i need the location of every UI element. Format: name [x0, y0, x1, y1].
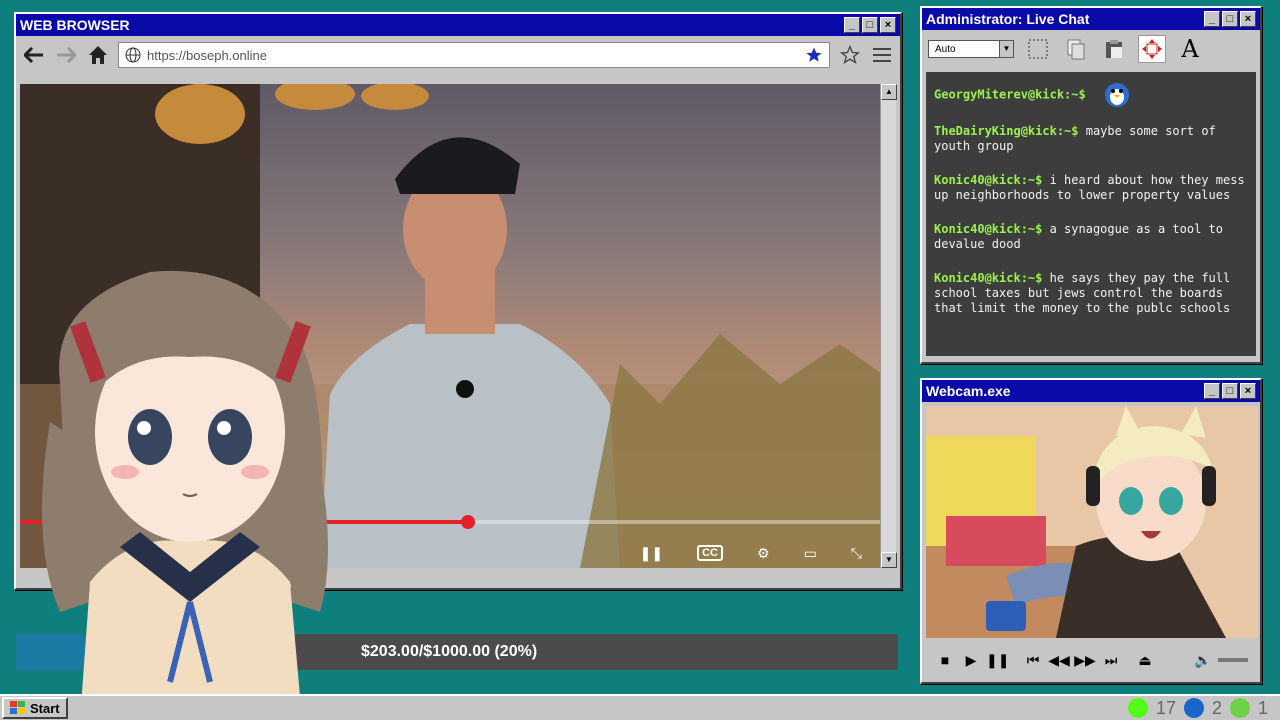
move-icon[interactable] [1138, 35, 1166, 63]
volume-slider[interactable] [1218, 658, 1248, 662]
maximize-button[interactable]: □ [862, 17, 878, 33]
captions-icon[interactable]: CC [697, 545, 723, 561]
moon-icon[interactable] [1183, 698, 1204, 718]
close-button[interactable]: × [1240, 383, 1256, 399]
minimize-button[interactable]: _ [844, 17, 860, 33]
webcam-view [926, 406, 1258, 638]
scroll-down-icon[interactable]: ▼ [881, 552, 897, 568]
bookmark-star-icon[interactable] [805, 46, 823, 64]
back-icon[interactable] [22, 43, 46, 67]
home-icon[interactable] [86, 43, 110, 67]
play-icon[interactable] [1229, 698, 1250, 718]
chat-title: Administrator: Live Chat [926, 11, 1090, 27]
chat-log: GeorgyMiterev@kick:~$ TheDairyKing@kick:~… [926, 72, 1256, 356]
start-button[interactable]: Start [2, 697, 68, 719]
taskbar: Start 17 2 1 [0, 694, 1280, 720]
menu-icon[interactable] [870, 43, 894, 67]
chat-username[interactable]: Konic40@kick:~$ [934, 173, 1042, 187]
tray-count: 1 [1257, 697, 1268, 718]
text-format-icon[interactable]: A [1176, 35, 1204, 63]
browser-titlebar[interactable]: WEB BROWSER _ □ × [16, 14, 900, 36]
browser-title: WEB BROWSER [20, 17, 130, 33]
fast-forward-icon[interactable]: ▶▶ [1074, 652, 1096, 669]
chat-message: Konic40@kick:~$ he says they pay the ful… [934, 271, 1248, 316]
pause-icon[interactable]: ❚❚ [640, 545, 663, 562]
live-chat-window: Administrator: Live Chat _ □ × Auto ▼ A … [920, 6, 1262, 364]
chat-username[interactable]: GeorgyMiterev@kick:~$ [934, 88, 1086, 102]
maximize-button[interactable]: □ [1222, 11, 1238, 27]
tray-count: 2 [1211, 697, 1222, 718]
browser-navbar: https://boseph.online [16, 36, 900, 74]
fullscreen-icon[interactable]: ⤡ [851, 545, 862, 562]
play-icon[interactable]: ▶ [960, 652, 982, 669]
font-size-select[interactable]: Auto ▼ [928, 40, 1014, 58]
chat-message: Konic40@kick:~$ i heard about how they m… [934, 173, 1248, 203]
forward-icon[interactable] [54, 43, 78, 67]
font-size-value: Auto [935, 43, 956, 55]
media-controls: ■ ▶ ❚❚ ⏮ ◀◀ ▶▶ ⏭ ⏏ 🔈 [926, 644, 1256, 676]
system-tray: 17 2 1 [1127, 697, 1280, 719]
address-bar[interactable]: https://boseph.online [118, 42, 830, 68]
donation-goal-text: $203.00/$1000.00 (20%) [361, 643, 538, 660]
copy-icon[interactable] [1062, 35, 1090, 63]
settings-icon[interactable]: ⚙ [757, 545, 770, 562]
webcam-title: Webcam.exe [926, 383, 1011, 399]
minimize-button[interactable]: _ [1204, 383, 1220, 399]
chat-message: Konic40@kick:~$ a synagogue as a tool to… [934, 222, 1248, 252]
webcam-titlebar[interactable]: Webcam.exe _ □ × [922, 380, 1260, 402]
pause-icon[interactable]: ❚❚ [986, 652, 1009, 669]
maximize-button[interactable]: □ [1222, 383, 1238, 399]
start-label: Start [30, 700, 60, 716]
browser-scrollbar[interactable]: ▲ ▼ [880, 84, 897, 568]
chat-toolbar: Auto ▼ A [922, 30, 1260, 68]
penguin-emote-icon [1100, 78, 1134, 112]
skip-back-icon[interactable]: ⏮ [1022, 652, 1044, 669]
chat-username[interactable]: TheDairyKing@kick:~$ [934, 124, 1079, 138]
scroll-up-icon[interactable]: ▲ [881, 84, 897, 100]
vtuber-avatar [40, 262, 340, 720]
favorites-icon[interactable] [838, 43, 862, 67]
theater-mode-icon[interactable]: ▭ [804, 545, 817, 562]
close-button[interactable]: × [880, 17, 896, 33]
tray-count: 17 [1155, 697, 1176, 718]
chat-message: TheDairyKing@kick:~$ maybe some sort of … [934, 124, 1248, 154]
kick-icon[interactable] [1127, 698, 1148, 718]
webcam-window: Webcam.exe _ □ × ■ ▶ ❚❚ ⏮ ◀◀ ▶▶ ⏭ ⏏ 🔈 [920, 378, 1262, 684]
rewind-icon[interactable]: ◀◀ [1048, 652, 1070, 669]
paste-icon[interactable] [1100, 35, 1128, 63]
eject-icon[interactable]: ⏏ [1134, 652, 1156, 669]
chat-username[interactable]: Konic40@kick:~$ [934, 271, 1042, 285]
url-text: https://boseph.online [147, 47, 267, 63]
close-button[interactable]: × [1240, 11, 1256, 27]
chat-message: GeorgyMiterev@kick:~$ [934, 78, 1248, 112]
select-region-icon[interactable] [1024, 35, 1052, 63]
skip-forward-icon[interactable]: ⏭ [1100, 652, 1122, 669]
windows-logo-icon [10, 701, 25, 714]
dropdown-arrow-icon[interactable]: ▼ [999, 41, 1013, 57]
minimize-button[interactable]: _ [1204, 11, 1220, 27]
globe-icon [125, 47, 141, 63]
volume-icon[interactable]: 🔈 [1192, 652, 1214, 669]
stop-icon[interactable]: ■ [934, 652, 956, 668]
chat-titlebar[interactable]: Administrator: Live Chat _ □ × [922, 8, 1260, 30]
chat-username[interactable]: Konic40@kick:~$ [934, 222, 1042, 236]
